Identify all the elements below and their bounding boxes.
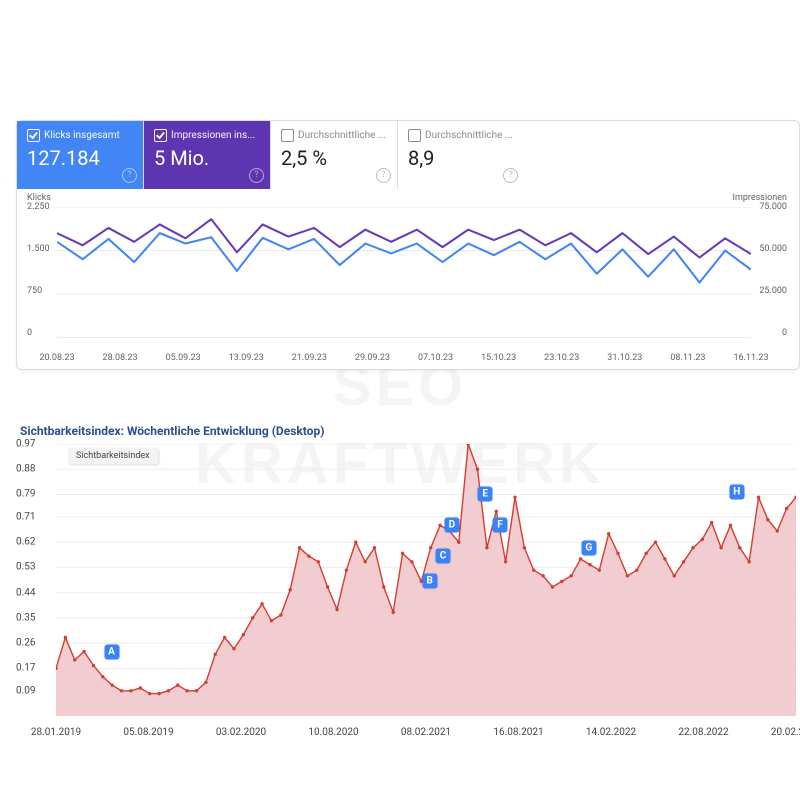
annotation-marker[interactable]: B [422,574,437,589]
visibility-ytick: 0.53 [16,562,36,573]
annotation-marker[interactable]: E [478,487,493,502]
xtick: 21.09.23 [292,353,327,363]
annotation-marker[interactable]: A [104,644,119,659]
card-value: 8,9 [408,146,514,170]
visibility-ytick: 0.44 [16,587,36,598]
visibility-panel: Sichtbarkeitsindex: Wöchentliche Entwick… [16,424,800,738]
checkbox-icon [154,129,167,142]
visibility-chart: Sichtbarkeitsindex 0.970.880.790.710.620… [16,444,800,738]
xtick: 15.10.23 [481,353,516,363]
checkbox-icon [408,129,421,142]
card-value: 2,5 % [281,146,387,170]
ytick-right: 50.000 [759,244,787,254]
annotation-marker[interactable]: H [729,484,744,499]
ytick-left: 0 [27,328,32,338]
ytick-right: 25.000 [759,286,787,296]
gsc-chart: Klicks Impressionen 2.250 1.500 750 0 75… [17,189,799,369]
ytick-left: 1.500 [27,244,50,254]
help-icon[interactable]: ? [503,168,518,183]
visibility-xtick: 08.02.2021 [401,727,451,738]
visibility-xtick: 22.08.2022 [678,727,728,738]
help-icon[interactable]: ? [122,168,137,183]
help-icon[interactable]: ? [249,168,264,183]
visibility-xtick: 05.08.2019 [123,727,173,738]
clicks-line [57,233,751,282]
card-label: Klicks insgesamt [44,130,120,141]
xtick: 29.09.23 [355,353,390,363]
xtick: 13.09.23 [229,353,264,363]
annotation-marker[interactable]: F [493,518,508,533]
visibility-ytick: 0.26 [16,638,36,649]
visibility-xtick: 10.08.2020 [308,727,358,738]
gsc-panel: Klicks insgesamt 127.184 ? Impressionen … [16,120,800,370]
gsc-metric-cards: Klicks insgesamt 127.184 ? Impressionen … [17,121,799,189]
card-label: Durchschnittliche ... [298,130,386,141]
ytick-left: 750 [27,286,42,296]
xtick: 20.08.23 [39,353,74,363]
ytick-right: 0 [782,328,787,338]
visibility-ytick: 0.62 [16,537,36,548]
visibility-xtick: 14.02.2022 [586,727,636,738]
annotation-marker[interactable]: C [436,549,451,564]
visibility-ytick: 0.71 [16,511,36,522]
card-impressions[interactable]: Impressionen ins... 5 Mio. ? [144,121,271,189]
annotation-marker[interactable]: G [581,540,596,555]
card-value: 127.184 [27,146,133,170]
xtick: 05.09.23 [166,353,201,363]
xtick: 07.10.23 [418,353,453,363]
visibility-xtick: 16.08.2021 [493,727,543,738]
card-label: Durchschnittliche ... [425,130,513,141]
visibility-ytick: 0.88 [16,464,36,475]
help-icon[interactable]: ? [376,168,391,183]
gsc-line-chart-svg [57,207,751,338]
xtick: 31.10.23 [607,353,642,363]
visibility-legend: Sichtbarkeitsindex [68,448,158,464]
card-label: Impressionen ins... [171,130,255,141]
card-ctr[interactable]: Durchschnittliche ... 2,5 % ? [271,121,398,189]
visibility-ytick: 0.35 [16,612,36,623]
visibility-xtick: 03.02.2020 [216,727,266,738]
annotation-marker[interactable]: D [444,518,459,533]
visibility-xtick: 28.01.2019 [31,727,81,738]
visibility-ytick: 0.97 [16,439,36,450]
checkbox-icon [281,129,294,142]
card-position[interactable]: Durchschnittliche ... 8,9 ? [398,121,524,189]
visibility-ytick: 0.17 [16,663,36,674]
ytick-left: 2.250 [27,202,50,212]
checkbox-icon [27,129,40,142]
xtick: 16.11.23 [733,353,768,363]
ytick-right: 75.000 [759,202,787,212]
visibility-ytick: 0.79 [16,489,36,500]
card-value: 5 Mio. [154,146,260,170]
xtick: 08.11.23 [670,353,705,363]
visibility-ytick: 0.09 [16,685,36,696]
xtick: 28.08.23 [103,353,138,363]
card-clicks[interactable]: Klicks insgesamt 127.184 ? [17,121,144,189]
visibility-xtick: 20.02.2023 [771,727,800,738]
impressions-line [57,219,751,257]
visibility-title: Sichtbarkeitsindex: Wöchentliche Entwick… [20,424,800,438]
xtick: 23.10.23 [544,353,579,363]
